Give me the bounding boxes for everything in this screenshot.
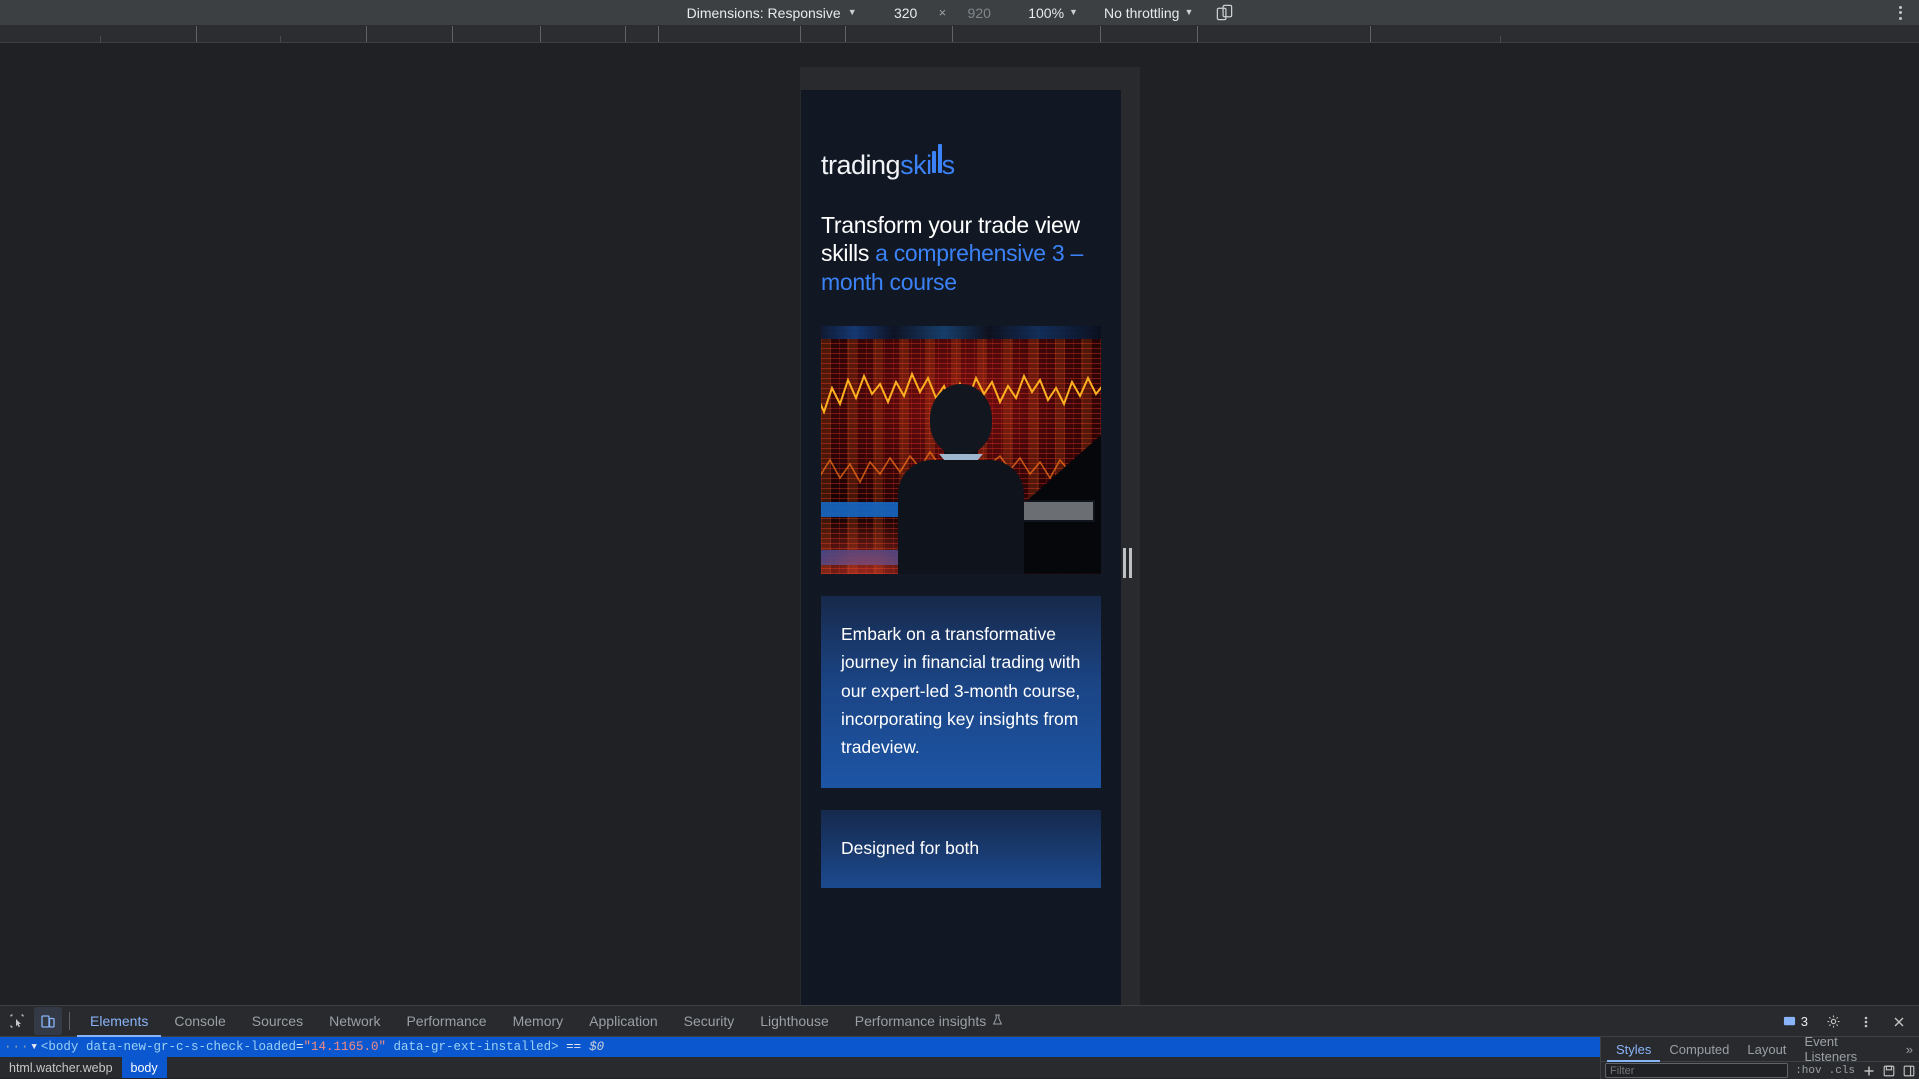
info-card-primary-text: Embark on a transformative journey in fi… xyxy=(841,623,1081,758)
hero-image-trader-silhouette xyxy=(898,383,1024,574)
zoom-selector[interactable]: 100% ▼ xyxy=(1028,5,1078,21)
dom-ellipsis: ··· xyxy=(4,1040,30,1054)
info-card-secondary: Designed for both xyxy=(821,809,1101,888)
cls-toggle[interactable]: .cls xyxy=(1829,1065,1855,1077)
tab-performance-insights-label: Performance insights xyxy=(854,1013,987,1029)
tab-sources[interactable]: Sources xyxy=(239,1006,316,1037)
dom-open-tag: <body xyxy=(40,1040,79,1054)
inspect-element-icon[interactable] xyxy=(3,1007,31,1035)
logo-text-trading: trading xyxy=(821,150,901,180)
tab-console[interactable]: Console xyxy=(161,1006,238,1037)
styles-filter-input[interactable] xyxy=(1605,1063,1789,1078)
expand-triangle-icon[interactable]: ▼ xyxy=(32,1042,37,1052)
dom-close-tag: > xyxy=(551,1040,559,1054)
dimensions-selector[interactable]: Dimensions: Responsive ▼ xyxy=(685,5,857,21)
tab-application[interactable]: Application xyxy=(576,1006,671,1037)
add-style-rule-icon[interactable] xyxy=(1862,1064,1875,1077)
tab-performance[interactable]: Performance xyxy=(393,1006,499,1037)
dimensions-label: Dimensions: Responsive xyxy=(686,4,841,21)
more-options-icon[interactable] xyxy=(1852,1008,1880,1036)
styles-filter-bar: :hov .cls xyxy=(1601,1062,1919,1079)
hero-image-top-strip xyxy=(821,325,1101,339)
tab-event-listeners[interactable]: Event Listeners xyxy=(1795,1034,1899,1064)
tab-computed[interactable]: Computed xyxy=(1660,1037,1738,1062)
chevron-down-icon: ▼ xyxy=(1184,6,1194,17)
tab-memory[interactable]: Memory xyxy=(500,1006,577,1037)
site-logo[interactable]: trading ski s xyxy=(801,144,1121,181)
throttling-selector[interactable]: No throttling ▼ xyxy=(1104,5,1193,21)
computed-sidebar-icon[interactable] xyxy=(1902,1064,1915,1077)
tab-lighthouse[interactable]: Lighthouse xyxy=(747,1006,842,1037)
devtools-tabbar-actions: 3 xyxy=(1777,1006,1913,1037)
tab-security[interactable]: Security xyxy=(671,1006,748,1037)
tab-performance-insights[interactable]: Performance insights xyxy=(842,1006,1017,1037)
viewport-width-resize-handle[interactable] xyxy=(1122,543,1132,583)
info-card-secondary-text: Designed for both xyxy=(841,837,980,858)
flask-icon xyxy=(992,1013,1003,1029)
dom-attr-1-value: "14.1165.0" xyxy=(303,1040,387,1054)
tab-elements[interactable]: Elements xyxy=(77,1006,161,1037)
breadcrumb-item-html[interactable]: html.watcher.webp xyxy=(0,1057,122,1078)
page-title: Transform your trade view skills a compr… xyxy=(801,211,1121,296)
devtools-tabbar: Elements Console Sources Network Perform… xyxy=(0,1006,1919,1037)
hero-image xyxy=(821,325,1101,574)
viewport-height-input[interactable] xyxy=(956,4,1003,21)
toggle-device-toolbar-icon[interactable] xyxy=(34,1007,62,1035)
breadcrumb-item-body[interactable]: body xyxy=(121,1057,167,1078)
emulated-page-viewport[interactable]: trading ski s Transform your trade view sk… xyxy=(801,90,1121,1010)
toolbar-more-options-icon[interactable] xyxy=(1891,4,1909,22)
styles-tabs-overflow-icon[interactable]: » xyxy=(1900,1042,1919,1057)
dom-node-reference: $0 xyxy=(589,1040,605,1054)
page-canvas-area: trading ski s Transform your trade view sk… xyxy=(0,43,1919,1045)
viewport-ruler xyxy=(0,26,1919,43)
styles-sidebar-tabs: Styles Computed Layout Event Listeners » xyxy=(1601,1034,1919,1064)
tab-layout[interactable]: Layout xyxy=(1738,1037,1795,1062)
device-emulation-toolbar: Dimensions: Responsive ▼ × 100% ▼ No thr… xyxy=(0,0,1919,26)
chevron-down-icon: ▼ xyxy=(847,6,857,17)
rotate-device-icon[interactable] xyxy=(1215,3,1234,22)
logo-bar-chart-icon xyxy=(931,144,942,173)
dom-equals: == xyxy=(566,1040,582,1054)
message-count-value: 3 xyxy=(1800,1014,1808,1029)
throttling-value: No throttling xyxy=(1103,4,1180,21)
hov-toggle[interactable]: :hov xyxy=(1795,1065,1821,1077)
message-icon xyxy=(1783,1016,1795,1026)
save-icon[interactable] xyxy=(1882,1064,1895,1077)
chevron-down-icon: ▼ xyxy=(1069,6,1078,17)
multiply-symbol: × xyxy=(938,5,947,20)
device-viewport-frame: trading ski s Transform your trade view sk… xyxy=(800,67,1140,1010)
dom-attr-2-name: data-gr-ext-installed xyxy=(393,1040,552,1054)
devtools-panel: Elements Console Sources Network Perform… xyxy=(0,1005,1919,1079)
dom-attr-1-name: data-new-gr-c-s-check-loaded xyxy=(85,1040,296,1054)
message-count-badge[interactable]: 3 xyxy=(1777,1014,1814,1029)
tab-styles[interactable]: Styles xyxy=(1607,1037,1660,1062)
logo-text-s: s xyxy=(941,150,956,180)
styles-sidebar: Styles Computed Layout Event Listeners »… xyxy=(1600,1034,1919,1079)
gear-icon[interactable] xyxy=(1819,1008,1847,1036)
viewport-width-input[interactable] xyxy=(882,4,929,21)
logo-text-ski: ski xyxy=(900,150,932,180)
tab-network[interactable]: Network xyxy=(316,1006,393,1037)
zoom-value: 100% xyxy=(1028,4,1065,21)
close-icon[interactable] xyxy=(1885,1008,1913,1036)
info-card-primary: Embark on a transformative journey in fi… xyxy=(821,595,1101,788)
